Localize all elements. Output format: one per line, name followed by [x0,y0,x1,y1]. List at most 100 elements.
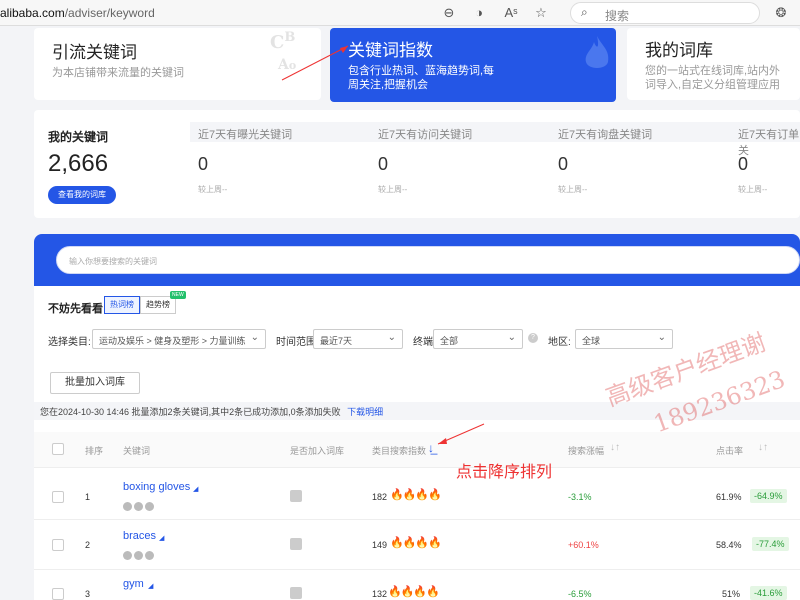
batch-notice-text: 您在2024-10-30 14:46 批量添加2条关键词,其中2条已成功添加,0… [40,407,341,417]
select-all-checkbox[interactable] [52,443,64,455]
url-host: alibaba.com [0,6,65,20]
stat-label-visits: 近7天有访问关键词 [378,129,473,141]
row-ctr: 61.9% [716,492,742,502]
row-ctr: 58.4% [716,540,742,550]
device-value: 全部 [440,336,459,346]
card-traffic-title: 引流关键词 [52,43,137,62]
stat-value-visits: 0 [378,154,389,174]
row-keyword[interactable]: braces [123,530,156,542]
favorite-star-icon[interactable]: ☆ [532,4,550,22]
zoom-icon[interactable]: ⊖ [440,4,458,22]
card-index-desc-2: 周关注,把握机会 [348,79,429,91]
add-to-library-icon[interactable] [290,587,302,599]
card-keyword-index[interactable]: 关键词指数 包含行业热词、蓝海趋势词,每 周关注,把握机会 [330,28,616,102]
row-index: 132 [372,589,388,599]
batch-add-button[interactable]: 批量加入词库 [50,372,140,394]
info-icon[interactable]: ? [528,333,538,343]
region-value: 全球 [582,336,601,346]
category-value: 运动及娱乐 > 健身及塑形 > 力量训练 [99,336,246,346]
card-library-desc-1: 您的一站式在线词库,站内外 [645,65,781,77]
address-bar[interactable]: alibaba.com/adviser/keyword [0,6,155,20]
row-growth: +60.1% [568,540,599,550]
keyword-stats-panel: 我的关键词 2,666 查看我的词库 近7天有曝光关键词 0 较上周-- 近7天… [34,110,800,218]
edge-extension-icon[interactable]: ◑ [470,4,488,22]
row-growth: -3.1% [568,492,592,502]
flame-icon [585,36,609,68]
keyword-tags [123,549,156,563]
keyword-search-placeholder: 输入你想要搜索的关键词 [69,257,157,266]
card-index-title: 关键词指数 [348,41,433,60]
add-to-library-icon[interactable] [290,538,302,550]
category-select[interactable]: 运动及娱乐 > 健身及塑形 > 力量训练 ⌄ [92,329,266,349]
region-label: 地区: [548,337,571,348]
th-added: 是否加入词库 [290,446,345,456]
stat-value-inquiry: 0 [558,154,569,174]
copilot-icon[interactable]: ❂ [772,4,790,22]
row-keyword[interactable]: gym [123,578,144,590]
keyword-search-input[interactable]: 输入你想要搜索的关键词 [56,246,800,274]
trend-icon: ◢ [159,535,165,542]
time-value: 最近7天 [320,336,353,346]
my-keywords-label: 我的关键词 [48,130,109,144]
row-keyword[interactable]: boxing gloves [123,481,190,493]
url-path: /adviser/keyword [64,6,155,20]
heat-flame-icons: 🔥🔥🔥🔥 [390,537,442,549]
th-rank: 排序 [85,446,104,456]
row-growth: -6.5% [568,589,592,599]
trend-icon: ◢ [148,583,154,590]
row-checkbox[interactable] [52,491,64,503]
row-checkbox[interactable] [52,539,64,551]
chevron-down-icon: ⌄ [387,332,396,343]
search-icon: ⌕ [581,5,588,19]
th-keyword: 关键词 [123,446,151,456]
my-keywords-count: 2,666 [48,150,109,177]
stat-label-inquiry: 近7天有询盘关键词 [558,129,653,141]
card-index-desc-1: 包含行业热词、蓝海趋势词,每 [348,65,495,77]
keyword-tags [123,500,156,514]
browser-search-box[interactable]: ⌕ 搜索 [570,2,760,24]
card-traffic-desc: 为本店铺带来流量的关键词 [52,67,184,79]
th-ctr: 点击率 [716,446,744,456]
stat-sub-orders: 较上周-- [738,185,768,194]
stat-sub-visits: 较上周-- [378,185,408,194]
card-library-desc-2: 词导入,自定义分组管理应用 [645,79,781,91]
stat-value-exposure: 0 [198,154,209,174]
time-select[interactable]: 最近7天 ⌄ [313,329,403,349]
device-select[interactable]: 全部 ⌄ [433,329,523,349]
tab-hot-words[interactable]: 热词榜 [104,296,140,314]
row-ctr: 51% [722,589,741,599]
row-checkbox[interactable] [52,588,64,600]
stat-value-orders: 0 [738,154,749,174]
browser-search-placeholder: 搜索 [605,9,630,23]
chevron-down-icon: ⌄ [507,332,516,343]
discover-label: 不妨先看看 [48,303,103,315]
annotation-arrow-2 [437,423,485,445]
heat-flame-icons: 🔥🔥🔥🔥 [388,586,440,598]
row-ctr-change: -41.6% [750,586,787,600]
category-label: 选择类目: [48,337,91,348]
heat-flame-icons: 🔥🔥🔥🔥 [390,489,442,501]
sort-icon[interactable]: ↓↑ [610,442,620,453]
trend-icon: ◢ [193,486,199,493]
row-rank: 1 [85,492,91,502]
download-details-link[interactable]: 下载明细 [347,407,383,417]
th-search-index[interactable]: 类目搜索指数 [372,444,426,457]
add-to-library-icon[interactable] [290,490,302,502]
row-index: 182 [372,492,388,502]
chevron-down-icon: ⌄ [250,332,259,343]
new-badge: NEW [170,291,186,299]
stat-sub-inquiry: 较上周-- [558,185,588,194]
row-rank: 2 [85,540,91,550]
sort-icon[interactable]: ↓↑ [758,442,768,453]
row-index: 149 [372,540,388,550]
card-my-library[interactable]: 我的词库 您的一站式在线词库,站内外 词导入,自定义分组管理应用 [627,28,800,100]
row-ctr-change: -77.4% [752,537,789,551]
chevron-down-icon: ⌄ [657,332,666,343]
region-select[interactable]: 全球 ⌄ [575,329,673,349]
row-rank: 3 [85,589,91,599]
read-aloud-icon[interactable]: Aˢ [502,4,520,22]
row-ctr-change: -64.9% [750,489,787,503]
stat-label-exposure: 近7天有曝光关键词 [198,129,293,141]
keyword-search-banner: 输入你想要搜索的关键词 [34,234,800,286]
view-library-button[interactable]: 查看我的词库 [48,186,116,204]
